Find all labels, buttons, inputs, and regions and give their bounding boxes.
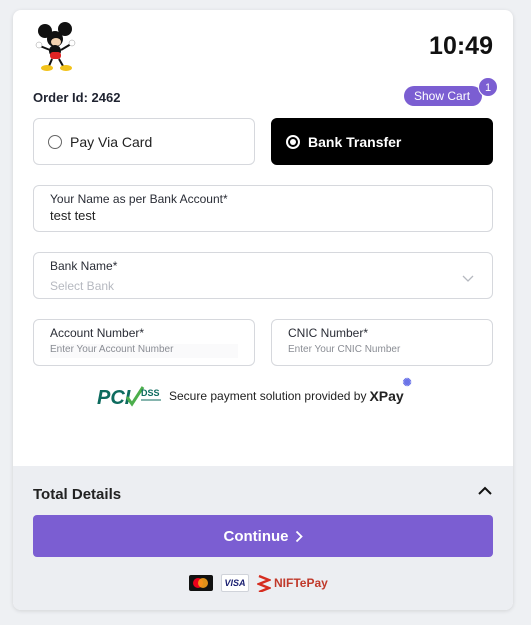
dss-text: DSS bbox=[141, 388, 160, 398]
account-number-field[interactable]: Account Number* Enter Your Account Numbe… bbox=[33, 319, 255, 366]
payment-logos: VISA NIFTePay bbox=[189, 574, 328, 592]
radio-checked-icon bbox=[286, 134, 300, 149]
total-details-title: Total Details bbox=[33, 486, 122, 503]
bank-name-label: Bank Name* bbox=[50, 259, 118, 273]
clock-time: 10:49 bbox=[429, 32, 493, 60]
secure-payment-note: PCI DSS Secure payment solution provided… bbox=[97, 377, 412, 409]
cart-count-badge: 1 bbox=[478, 77, 498, 97]
continue-button[interactable]: Continue bbox=[33, 515, 493, 557]
nift-epay-text: NIFTePay bbox=[274, 576, 328, 590]
cnic-number-label: CNIC Number* bbox=[288, 326, 369, 340]
xpay-brand: XPay ✺ bbox=[369, 377, 411, 404]
pci-text: PCI bbox=[97, 387, 131, 409]
account-number-placeholder: Enter Your Account Number bbox=[50, 344, 238, 358]
radio-unchecked-icon bbox=[48, 134, 62, 149]
nift-mark-icon bbox=[257, 574, 271, 592]
name-field-label: Your Name as per Bank Account* bbox=[50, 192, 228, 206]
chevron-up-icon[interactable] bbox=[477, 486, 493, 496]
show-cart-button[interactable]: Show Cart bbox=[404, 86, 483, 106]
pci-dss-icon: PCI DSS bbox=[97, 386, 161, 409]
bank-name-placeholder: Select Bank bbox=[50, 279, 115, 293]
nift-epay-icon: NIFTePay bbox=[257, 574, 328, 592]
cnic-number-field[interactable]: CNIC Number* Enter Your CNIC Number bbox=[271, 319, 493, 366]
bank-transfer-label: Bank Transfer bbox=[308, 133, 402, 150]
account-number-label: Account Number* bbox=[50, 326, 145, 340]
secure-payment-text: Secure payment solution provided by bbox=[169, 389, 367, 403]
xpay-star-icon: ✺ bbox=[402, 377, 412, 389]
mastercard-icon bbox=[189, 575, 213, 591]
continue-label: Continue bbox=[223, 527, 289, 545]
pay-via-card-label: Pay Via Card bbox=[70, 133, 153, 150]
pay-via-card-option[interactable]: Pay Via Card bbox=[33, 118, 255, 165]
chevron-down-icon bbox=[462, 275, 474, 282]
chevron-right-icon bbox=[295, 530, 303, 542]
order-id: Order Id: 2462 bbox=[33, 90, 121, 105]
cnic-number-placeholder: Enter Your CNIC Number bbox=[288, 344, 401, 355]
checkout-card: 10:49 Order Id: 2462 Show Cart 1 Pay Via… bbox=[13, 10, 513, 610]
visa-icon: VISA bbox=[221, 574, 249, 592]
total-details-panel: Total Details Continue VISA NIFTePay bbox=[13, 466, 513, 610]
name-field[interactable]: Your Name as per Bank Account* test test bbox=[33, 185, 493, 232]
name-field-value: test test bbox=[50, 208, 96, 223]
xpay-brand-text: XPay bbox=[369, 388, 404, 404]
bank-transfer-option[interactable]: Bank Transfer bbox=[271, 118, 493, 165]
mickey-logo-icon bbox=[35, 22, 76, 71]
bank-name-select[interactable]: Bank Name* Select Bank bbox=[33, 252, 493, 299]
